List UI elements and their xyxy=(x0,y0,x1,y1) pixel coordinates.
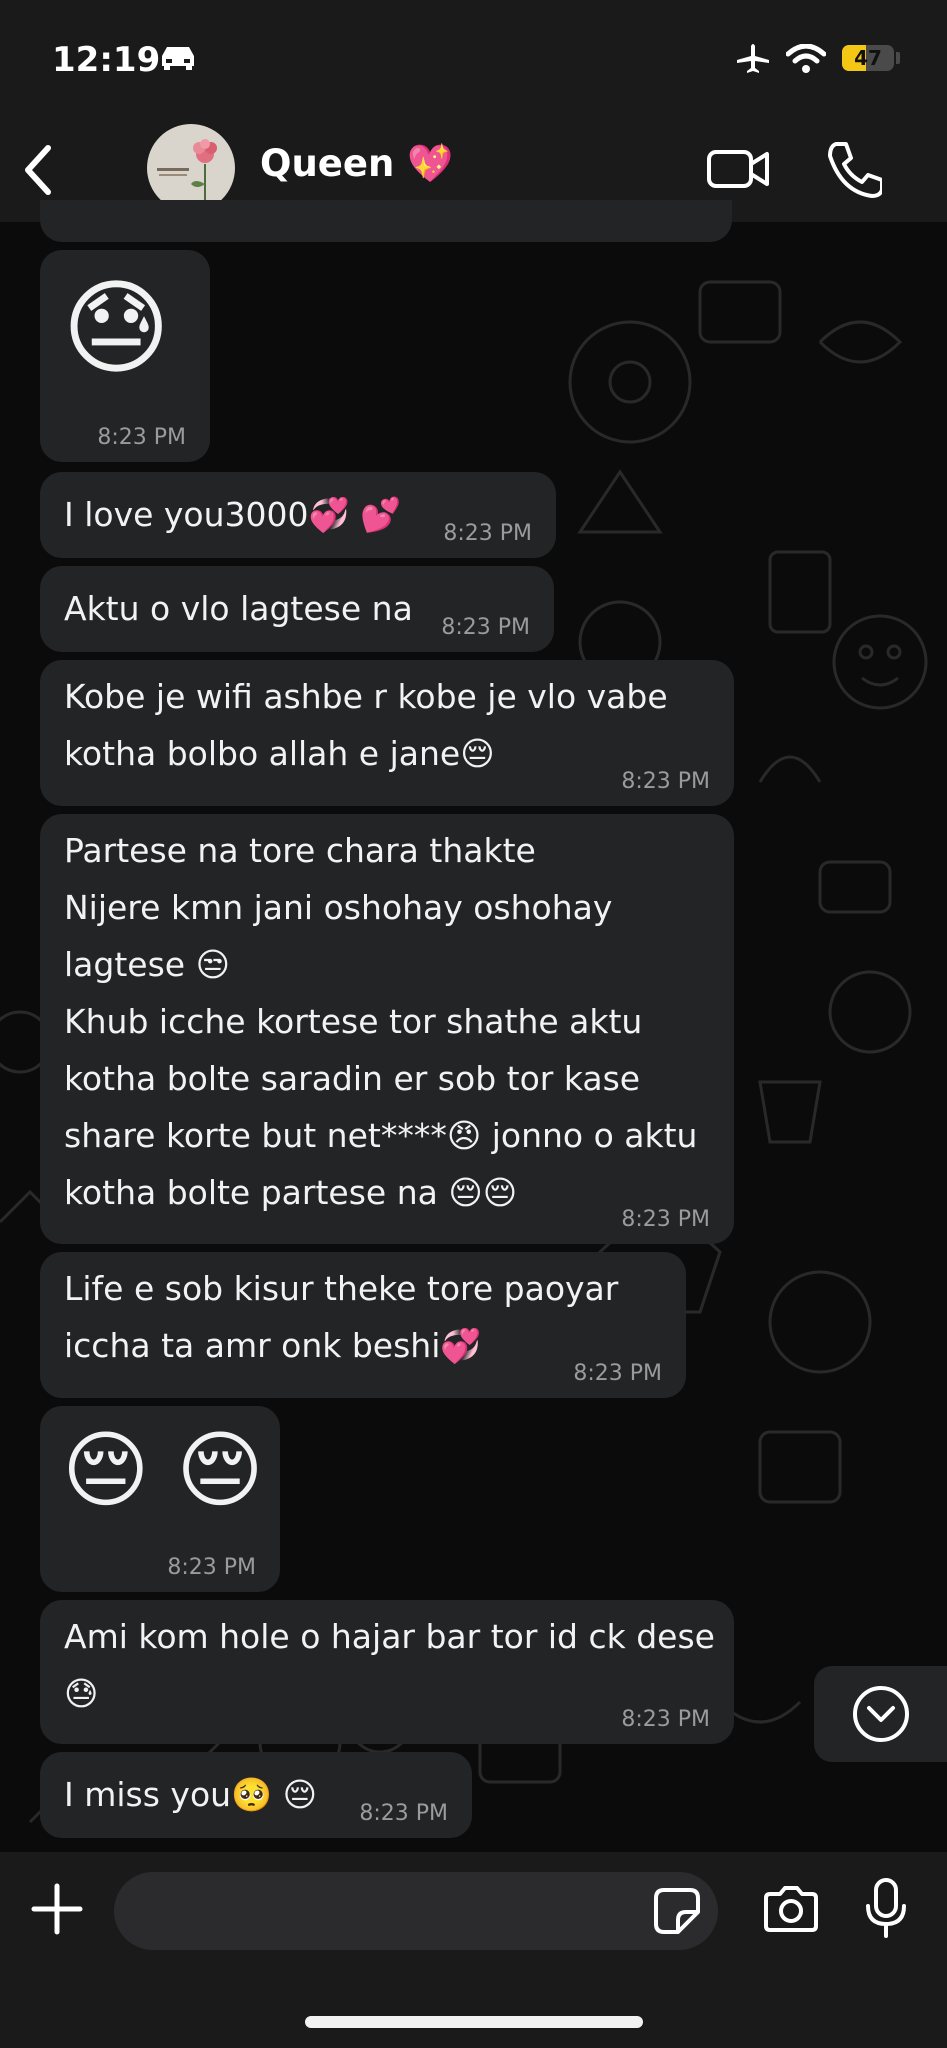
message-bubble[interactable]: I miss you🥺 😔 8:23 PM xyxy=(40,1752,472,1838)
message-text: Aktu o vlo lagtese na xyxy=(64,589,413,628)
message-bubble[interactable]: I love you3000💞 💕 8:23 PM xyxy=(40,472,556,558)
message-text: I love you3000💞 💕 xyxy=(64,495,402,534)
message-time: 8:23 PM xyxy=(441,615,530,640)
message-bubble[interactable]: Partese na tore chara thakte Nijere kmn … xyxy=(40,814,734,1244)
phone-icon[interactable] xyxy=(826,138,882,198)
home-indicator[interactable] xyxy=(305,2016,643,2028)
message-time: 8:23 PM xyxy=(621,769,710,794)
message-text: Life e sob kisur theke tore paoyar iccha… xyxy=(64,1269,619,1365)
previous-message-bubble xyxy=(40,200,732,242)
message-time: 8:23 PM xyxy=(621,1707,710,1732)
plus-icon[interactable] xyxy=(30,1882,84,1936)
battery-indicator: 47 xyxy=(842,45,894,71)
microphone-icon[interactable] xyxy=(864,1878,908,1940)
message-text: I miss you🥺 😔 xyxy=(64,1775,318,1814)
message-emoji: 😓 xyxy=(62,267,171,389)
car-icon xyxy=(162,47,194,70)
message-text: Kobe je wifi ashbe r kobe je vlo vabe ko… xyxy=(64,677,668,773)
message-time: 8:23 PM xyxy=(167,1555,256,1580)
message-bubble[interactable]: Aktu o vlo lagtese na 8:23 PM xyxy=(40,566,554,652)
avatar-flower-image xyxy=(157,139,217,204)
message-bubble[interactable]: Ami kom hole o hajar bar tor id ck dese … xyxy=(40,1600,734,1744)
message-bubble[interactable]: Life e sob kisur theke tore paoyar iccha… xyxy=(40,1252,686,1398)
composer-bar xyxy=(0,1852,947,2048)
message-text: Ami kom hole o hajar bar tor id ck dese … xyxy=(64,1617,715,1713)
battery-nub xyxy=(896,52,900,64)
scroll-to-bottom-button[interactable] xyxy=(814,1666,947,1762)
status-bar: 12:19 47 xyxy=(0,0,947,120)
wifi-icon xyxy=(786,44,826,73)
message-time: 8:23 PM xyxy=(97,425,186,450)
sticker-icon[interactable] xyxy=(652,1886,702,1936)
airplane-icon xyxy=(737,44,769,73)
message-bubble[interactable]: 😔 😔 8:23 PM xyxy=(40,1406,280,1592)
battery-level: 47 xyxy=(854,46,882,70)
avatar[interactable] xyxy=(147,124,235,212)
camera-icon[interactable] xyxy=(762,1884,820,1934)
message-time: 8:23 PM xyxy=(573,1361,662,1386)
message-emoji: 😔 😔 xyxy=(62,1421,264,1519)
message-text: Partese na tore chara thakte Nijere kmn … xyxy=(64,831,698,1212)
message-bubble[interactable]: Kobe je wifi ashbe r kobe je vlo vabe ko… xyxy=(40,660,734,806)
message-bubble[interactable]: 😓 8:23 PM xyxy=(40,250,210,462)
message-input[interactable] xyxy=(114,1872,718,1950)
message-time: 8:23 PM xyxy=(443,521,532,546)
video-camera-icon[interactable] xyxy=(706,144,770,194)
back-chevron-icon[interactable] xyxy=(18,142,58,198)
message-time: 8:23 PM xyxy=(359,1801,448,1826)
status-time: 12:19 xyxy=(52,40,161,80)
message-time: 8:23 PM xyxy=(621,1207,710,1232)
contact-name[interactable]: Queen 💖 xyxy=(260,142,453,186)
chevron-down-icon xyxy=(853,1686,909,1742)
